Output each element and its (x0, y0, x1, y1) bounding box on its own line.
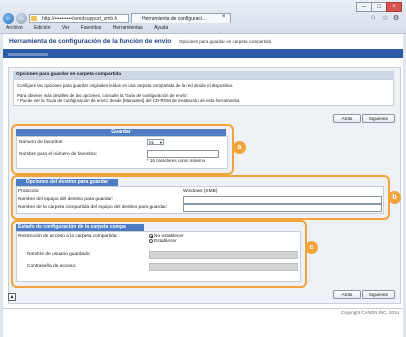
address-bar[interactable]: http://••••••••••/sendsupport_smb.h (29, 14, 129, 23)
user-name-input[interactable] (149, 251, 298, 259)
options-line-1: Configure las opciones para guardar orig… (17, 83, 234, 88)
chevron-down-icon: ▾ (159, 140, 162, 145)
page: Herramienta de configuración de la funci… (3, 34, 403, 337)
settings-gear-icon[interactable]: ⚙ (393, 14, 399, 22)
destino-heading: Opciones del destino para guardar (16, 179, 118, 186)
page-title: Herramienta de configuración de la funci… (9, 38, 172, 45)
menu-ayuda[interactable]: Ayuda (154, 25, 168, 31)
page-favicon-icon (31, 16, 37, 21)
fav-name-hint: * 16 caracteres como máximo (147, 158, 206, 163)
radio-yes-label: Establecer (154, 238, 177, 244)
nav-strip-item (8, 53, 48, 56)
estado-heading: Estado de configuración de la carpeta co… (16, 224, 144, 231)
fav-number-select[interactable]: 01 ▾ (147, 139, 164, 145)
app-header: Herramienta de configuración de la funci… (3, 34, 403, 51)
page-subtitle: Opciones para guardar en carpeta compart… (179, 39, 272, 44)
forward-arrow-icon[interactable]: → (16, 13, 27, 24)
restrict-label: Restricción de acceso a la carpeta compa… (18, 234, 118, 239)
protocol-label: Protocolo: (18, 189, 40, 194)
page-top-icon[interactable]: ▲ (8, 293, 16, 301)
menu-herramientas[interactable]: Herramientas (113, 25, 143, 31)
nav-strip (3, 51, 403, 58)
favorites-star-icon[interactable]: ☆ (382, 14, 388, 22)
back-button-bottom[interactable]: Atrás (333, 290, 361, 299)
back-button-top[interactable]: Atrás (333, 114, 361, 123)
radio-establecer[interactable] (149, 239, 153, 243)
close-window-button[interactable]: × (386, 2, 402, 12)
home-icon[interactable]: ⌂ (371, 14, 375, 21)
footer-divider (3, 308, 403, 309)
callout-badge-a: a (233, 141, 246, 154)
folder-name-input[interactable] (183, 204, 382, 212)
protocol-value: Windows (SMB) (183, 189, 218, 194)
fav-number-label: Número de favoritos: (19, 140, 64, 145)
fav-name-input[interactable] (147, 150, 219, 158)
menu-favoritos[interactable]: Favoritos (81, 25, 102, 31)
next-button-top[interactable]: Siguiente (362, 114, 395, 123)
options-description: Configure las opciones para guardar orig… (13, 79, 394, 106)
close-tab-icon[interactable]: × (222, 14, 226, 20)
menu-ver[interactable]: Ver (62, 25, 70, 31)
radio-no-establecer[interactable] (149, 234, 153, 238)
fav-name-label: Nombre para el número de favoritos: (19, 152, 98, 157)
footer: ▲ Copyright CANON INC. 2014 (3, 293, 403, 337)
callout-badge-c: c (305, 241, 318, 254)
guardar-heading: Guardar (16, 129, 226, 136)
browser-tab[interactable]: Herramienta de configuraci... (131, 13, 231, 23)
callout-badge-b: b (388, 191, 401, 204)
pc-name-input[interactable] (183, 196, 382, 204)
menu-edicion[interactable]: Edición (34, 25, 50, 31)
fav-number-value: 01 (149, 140, 155, 145)
pc-name-label: Nombre del equipo del destino para guard… (18, 197, 114, 202)
menu-archivo[interactable]: Archivo (6, 25, 23, 31)
menu-bar: Archivo Edición Ver Favoritos Herramient… (0, 24, 406, 33)
maximize-button[interactable]: □ (371, 2, 387, 12)
password-label: Contraseña de acceso: (27, 264, 77, 269)
user-name-label: Nombre de usuario guardado: (27, 252, 91, 257)
minimize-button[interactable]: – (356, 2, 372, 12)
folder-name-label: Nombre de la carpeta compartida del equi… (18, 205, 168, 210)
options-line-3: * Puede ver la 'Guía de configuración de… (17, 98, 241, 103)
password-input[interactable] (149, 263, 298, 271)
back-arrow-icon[interactable]: ← (3, 13, 14, 24)
options-heading: Opciones para guardar en carpeta compart… (13, 71, 394, 79)
next-button-bottom[interactable]: Siguiente (362, 290, 395, 299)
main-content: Opciones para guardar en carpeta compart… (8, 67, 401, 304)
copyright-text: Copyright CANON INC. 2014 (340, 310, 399, 315)
browser-chrome: ← → http://••••••••••/sendsupport_smb.h … (0, 0, 406, 34)
